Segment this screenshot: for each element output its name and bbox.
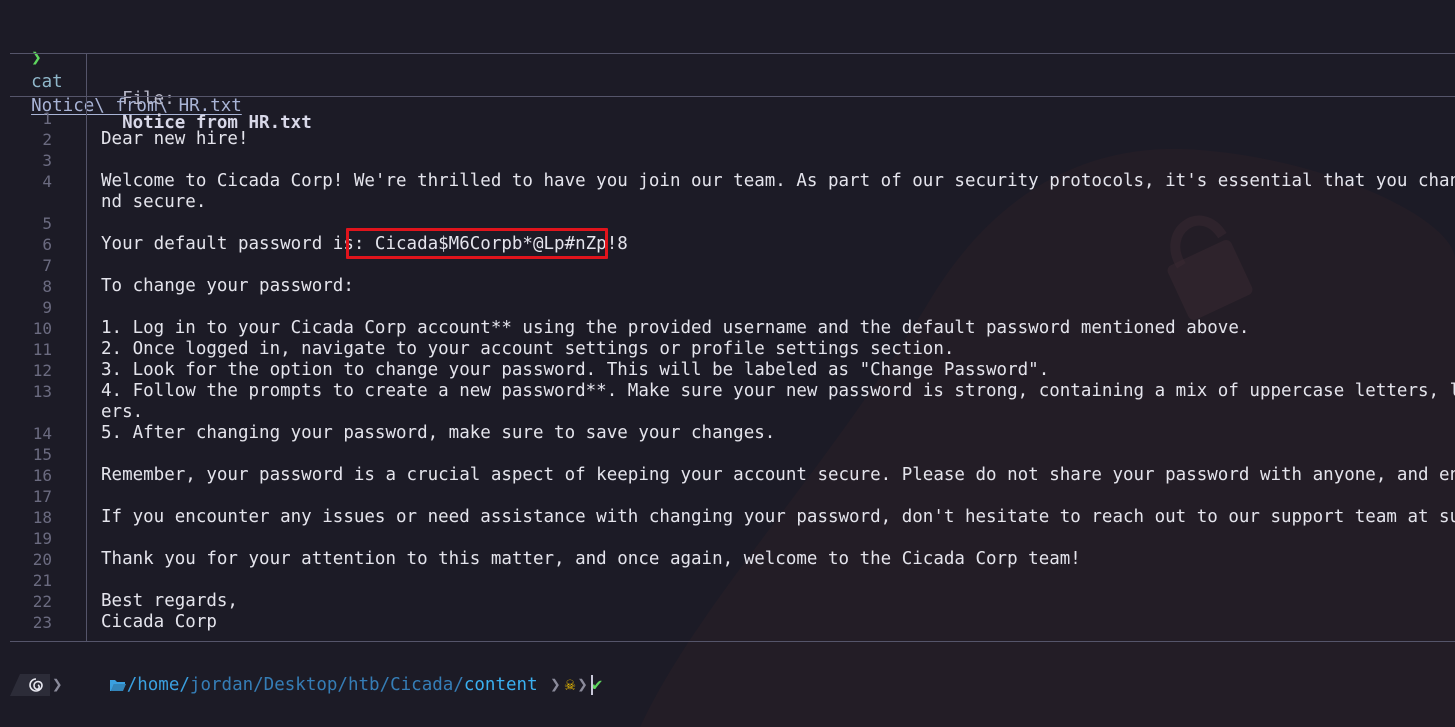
line-number <box>10 192 52 213</box>
file-line: If you encounter any issues or need assi… <box>101 507 1455 527</box>
file-line <box>101 444 1455 465</box>
debian-swirl-icon <box>29 678 43 692</box>
line-number: 7 <box>42 256 52 275</box>
header-gutter-divider <box>86 53 87 96</box>
bottom-divider <box>10 641 1455 642</box>
line-number-gutter: 1 2 3 4 5 6 7 8 9 10 11 12 13 14 15 16 17 18 19 20 21 22 23 <box>10 108 52 633</box>
file-line: Your default password is: Cicada$M6Corpb… <box>101 234 628 254</box>
line-number: 1 <box>42 109 52 128</box>
os-segment <box>10 674 50 696</box>
password-highlight-box <box>346 228 608 259</box>
segment-separator: ❯ <box>52 675 63 695</box>
line-number: 9 <box>42 298 52 317</box>
line-number: 13 <box>32 382 52 401</box>
line-number: 4 <box>42 172 52 191</box>
shell-prompt-statusline: ❯ /home/jordan/Desktop/htb/Cicada/conten… <box>10 674 602 696</box>
file-line: Dear new hire! <box>101 129 249 149</box>
line-number: 12 <box>32 361 52 380</box>
file-line: nd secure. <box>101 192 207 212</box>
file-line <box>101 528 1455 549</box>
terminal-cursor[interactable] <box>591 675 593 695</box>
line-number <box>10 402 52 423</box>
line-number: 15 <box>32 445 52 464</box>
top-divider <box>10 53 1455 54</box>
line-number: 23 <box>32 613 52 632</box>
file-line <box>101 297 1455 318</box>
line-number: 5 <box>42 214 52 233</box>
file-line: ers. <box>101 402 144 422</box>
gutter-divider <box>86 96 87 641</box>
command-line: ❯ cat Notice\ from\ HR.txt <box>10 22 242 116</box>
path-middle: jordan/Desktop/htb/Cicada/ <box>189 675 464 695</box>
line-number: 8 <box>42 277 52 296</box>
file-line <box>101 213 1455 234</box>
skull-icon: ☠ <box>564 675 576 695</box>
line-number: 10 <box>32 319 52 338</box>
file-line: Best regards, <box>101 591 238 611</box>
line-number: 16 <box>32 466 52 485</box>
line-number: 17 <box>32 487 52 506</box>
line-number: 22 <box>32 592 52 611</box>
segment-separator: ❯ <box>577 675 588 695</box>
line-number: 6 <box>42 235 52 254</box>
path-home: /home/ <box>126 675 190 695</box>
file-line: Thank you for your attention to this mat… <box>101 549 1081 569</box>
folder-open-icon <box>67 655 127 715</box>
path-current-dir: content <box>463 675 538 695</box>
file-line: Remember, your password is a crucial asp… <box>101 465 1455 485</box>
file-line: To change your password: <box>101 276 354 296</box>
line-number: 21 <box>32 571 52 590</box>
line-number: 18 <box>32 508 52 527</box>
file-line <box>101 570 1455 591</box>
file-line <box>101 150 1455 171</box>
file-line: Welcome to Cicada Corp! We're thrilled t… <box>101 171 1455 191</box>
file-line <box>101 255 1455 276</box>
command-name: cat <box>31 72 63 92</box>
file-line: 3. Look for the option to change your pa… <box>101 360 1050 380</box>
file-label: File: <box>122 89 175 109</box>
line-number: 20 <box>32 550 52 569</box>
line-number: 19 <box>32 529 52 548</box>
file-line <box>101 486 1455 507</box>
segment-separator: ❯ <box>539 675 561 695</box>
line-number: 14 <box>32 424 52 443</box>
line-number: 11 <box>32 340 52 359</box>
file-content: Dear new hire! Welcome to Cicada Corp! We… <box>101 108 1455 633</box>
file-line: Cicada Corp <box>101 612 217 632</box>
file-line: 5. After changing your password, make su… <box>101 423 776 443</box>
file-line: 4. Follow the prompts to create a new pa… <box>101 381 1455 401</box>
prompt-arrow: ❯ <box>31 48 42 68</box>
file-line: 2. Once logged in, navigate to your acco… <box>101 339 955 359</box>
header-divider <box>10 96 1455 97</box>
file-line: 1. Log in to your Cicada Corp account** … <box>101 318 1250 338</box>
check-icon: ✔ <box>591 675 603 695</box>
line-number: 2 <box>42 130 52 149</box>
line-number: 3 <box>42 151 52 170</box>
file-header: File: Notice from HR.txt <box>101 63 312 133</box>
file-line <box>101 108 1455 129</box>
